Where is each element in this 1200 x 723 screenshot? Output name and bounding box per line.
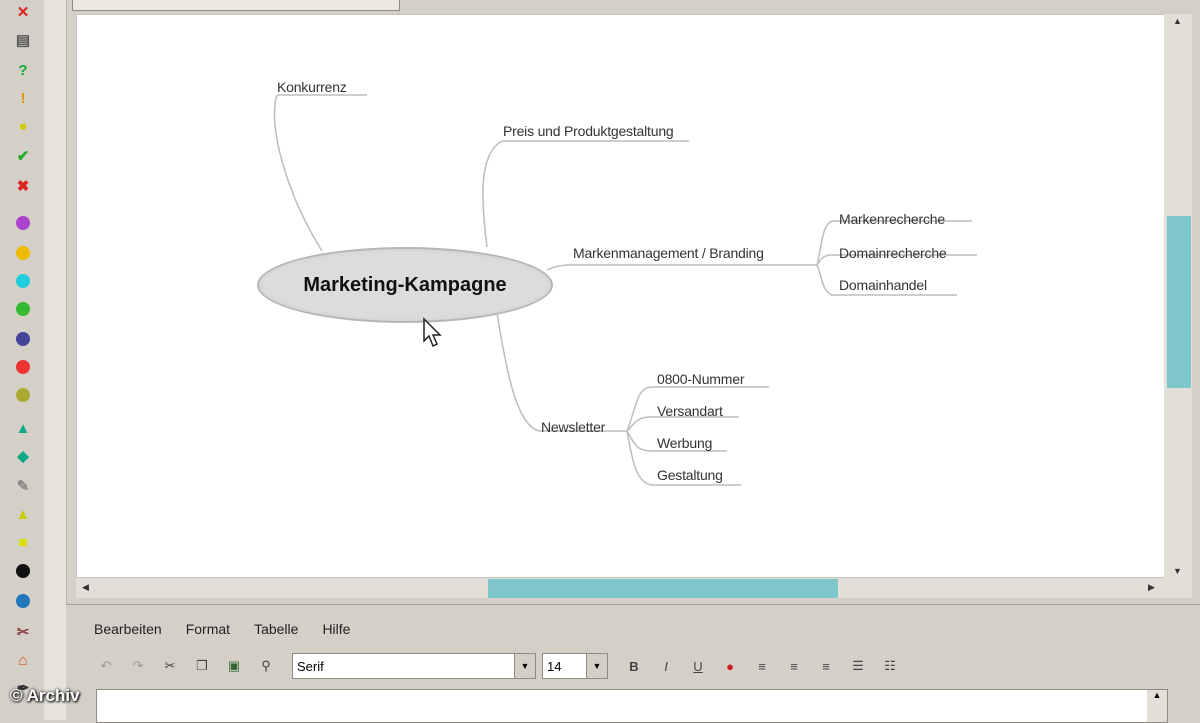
central-node[interactable]: Marketing-Kampagne [257,247,553,323]
mindmap-connectors [273,94,977,486]
text-color-icon[interactable]: ● [718,655,742,677]
numbered-list-icon[interactable]: ☷ [878,655,902,677]
notes-textarea[interactable]: ▲ [96,689,1168,723]
node-werbung[interactable]: Werbung [657,435,712,451]
arrow-down-icon[interactable]: ◆ [13,446,33,466]
vertical-scroll-thumb[interactable] [1167,216,1191,388]
blue-globe-icon[interactable] [16,594,30,608]
pencil-icon[interactable]: ✎ [13,476,33,496]
menu-bearbeiten[interactable]: Bearbeiten [94,621,162,645]
notes-editor-panel: Bearbeiten Format Tabelle Hilfe ↶ ↷ ✂ ❐ … [66,604,1200,723]
blue-circle-icon[interactable] [16,332,30,346]
home-icon[interactable]: ⌂ [13,650,33,670]
bold-icon[interactable]: B [622,655,646,677]
align-center-icon[interactable]: ≡ [782,655,806,677]
green-circle-icon[interactable] [16,302,30,316]
exclamation-icon[interactable]: ! [13,88,33,108]
checkmark-icon[interactable]: ✔ [13,146,33,166]
align-left-icon[interactable]: ≡ [750,655,774,677]
horizontal-scrollbar[interactable]: ◀ ▶ [76,578,1164,598]
font-family-select[interactable]: Serif ▼ [292,653,536,679]
mouse-cursor-icon [423,317,442,348]
node-konkurrenz[interactable]: Konkurrenz [277,79,347,95]
star-icon[interactable]: ■ [13,532,33,552]
icon-toolbar: ✕ ▤ ? ! ● ✔ ✖ ▲ ◆ ✎ ▲ ■ ✂ ⌂ ✒ [0,0,45,720]
close-icon[interactable]: ✕ [13,2,33,22]
scroll-right-icon[interactable]: ▶ [1148,582,1155,593]
node-markenmanagement[interactable]: Markenmanagement / Branding [573,245,764,261]
black-circle-icon[interactable] [16,564,30,578]
number-1-icon[interactable] [16,216,30,230]
arrow-up-yellow-icon[interactable]: ▲ [13,504,33,524]
document-tab[interactable] [72,0,400,11]
node-preis-produkt[interactable]: Preis und Produktgestaltung [503,123,674,139]
cut-icon[interactable]: ✂ [158,655,182,677]
font-size-value: 14 [547,658,562,674]
chevron-down-icon[interactable]: ▼ [586,654,607,678]
red-circle-icon[interactable] [16,360,30,374]
mindmap-canvas[interactable]: Konkurrenz Preis und Produktgestaltung M… [76,14,1166,578]
node-gestaltung[interactable]: Gestaltung [657,467,723,483]
yellow-circle-icon[interactable] [16,246,30,260]
redo-icon[interactable]: ↷ [126,655,150,677]
chevron-down-icon[interactable]: ▼ [514,654,535,678]
copy-icon[interactable]: ❐ [190,655,214,677]
underline-icon[interactable]: U [686,655,710,677]
wrench-icon[interactable]: ✂ [13,622,33,642]
central-node-label: Marketing-Kampagne [303,273,507,296]
vertical-scrollbar[interactable]: ▲ ▼ [1164,14,1192,598]
node-markenrecherche[interactable]: Markenrecherche [839,211,945,227]
node-domainhandel[interactable]: Domainhandel [839,277,927,293]
editor-scroll-up-icon[interactable]: ▲ [1147,690,1167,722]
scroll-up-icon[interactable]: ▲ [1173,16,1182,26]
italic-icon[interactable]: I [654,655,678,677]
menu-tabelle[interactable]: Tabelle [254,621,298,645]
editor-toolbar: ↶ ↷ ✂ ❐ ▣ ⚲ Serif ▼ 14 ▼ B I U ● ≡ ≡ ≡ ☰… [94,651,910,681]
node-domainrecherche[interactable]: Domainrecherche [839,245,947,261]
panel-divider [44,0,67,720]
arrow-up-icon[interactable]: ▲ [13,418,33,438]
editor-menubar: Bearbeiten Format Tabelle Hilfe [94,621,374,645]
paste-icon[interactable]: ▣ [222,655,246,677]
question-icon[interactable]: ? [13,60,33,80]
menu-format[interactable]: Format [186,621,230,645]
lightbulb-icon[interactable]: ● [13,116,33,136]
scroll-down-icon[interactable]: ▼ [1173,566,1182,576]
olive-circle-icon[interactable] [16,388,30,402]
undo-icon[interactable]: ↶ [94,655,118,677]
node-versandart[interactable]: Versandart [657,403,723,419]
bullet-list-icon[interactable]: ☰ [846,655,870,677]
font-family-value: Serif [297,658,324,674]
cross-icon[interactable]: ✖ [13,176,33,196]
node-0800-nummer[interactable]: 0800-Nummer [657,371,744,387]
align-right-icon[interactable]: ≡ [814,655,838,677]
font-size-select[interactable]: 14 ▼ [542,653,608,679]
scroll-left-icon[interactable]: ◀ [82,582,89,593]
menu-hilfe[interactable]: Hilfe [322,621,350,645]
cyan-circle-icon[interactable] [16,274,30,288]
watermark: © Archiv [10,686,80,705]
find-icon[interactable]: ⚲ [254,655,278,677]
node-newsletter[interactable]: Newsletter [541,419,605,435]
notes-icon[interactable]: ▤ [13,30,33,50]
horizontal-scroll-thumb[interactable] [488,579,838,598]
